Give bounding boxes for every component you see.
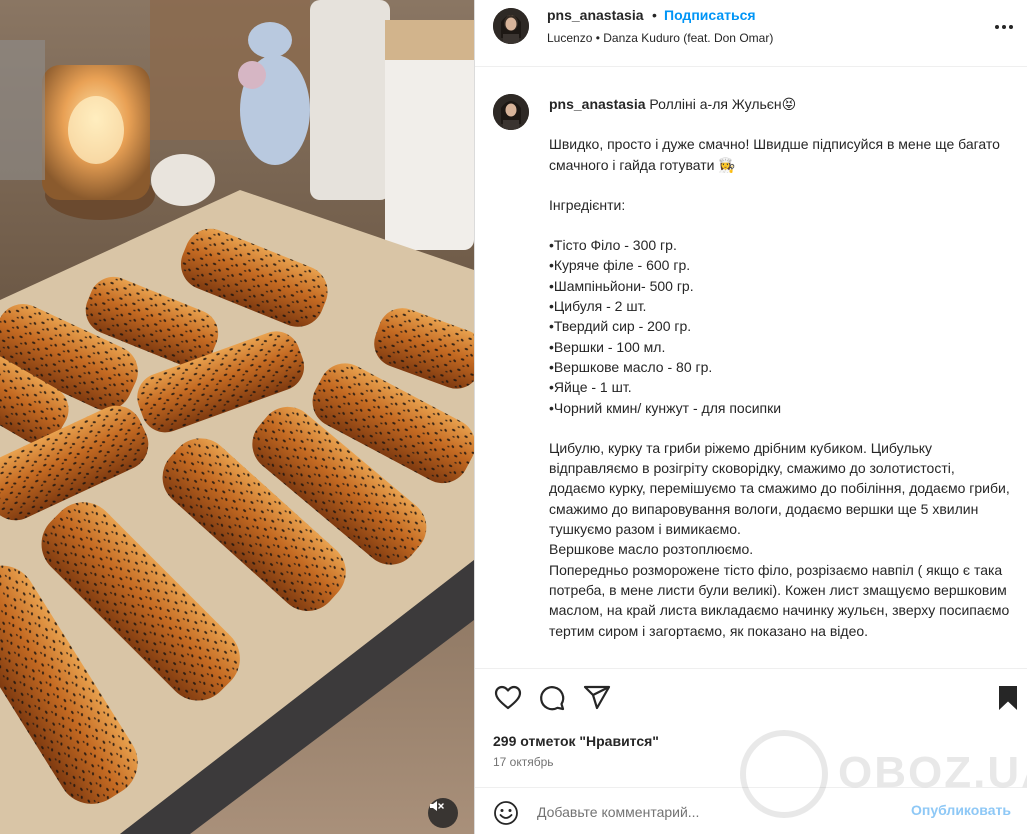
save-button[interactable]: [993, 683, 1023, 713]
comment-input[interactable]: [537, 796, 837, 828]
share-button[interactable]: [582, 683, 612, 713]
header-username[interactable]: pns_anastasia: [547, 7, 644, 23]
caption-avatar[interactable]: [493, 94, 529, 130]
caption-text: pns_anastasia Ролліні а-ля Жульєн😝 Швидк…: [549, 94, 1011, 641]
post-media[interactable]: [0, 0, 474, 834]
post-details-panel: pns_anastasia • Подписаться Lucenzo • Da…: [474, 0, 1027, 834]
heart-icon: [494, 685, 522, 710]
audio-track-link[interactable]: Lucenzo • Danza Kuduro (feat. Don Omar): [547, 31, 773, 45]
caption-ingredients-heading: Інгредієнти:: [549, 196, 626, 213]
post-header: pns_anastasia • Подписаться Lucenzo • Da…: [475, 0, 1027, 67]
caption-title: Ролліні а-ля Жульєн😝: [649, 96, 797, 112]
bookmark-icon: [999, 686, 1017, 710]
caption-instructions: Цибулю, курку та гриби ріжемо дрібним ку…: [549, 439, 1010, 639]
more-icon: [995, 25, 1013, 29]
comment-bar: Опубликовать: [475, 787, 1027, 834]
publish-comment-button[interactable]: Опубликовать: [911, 802, 1011, 818]
caption-intro: Швидко, просто і дуже смачно! Швидше під…: [549, 136, 1004, 173]
emoji-icon: [494, 801, 518, 825]
post-actions: 299 отметок "Нравится" 17 октябрь Опубли…: [475, 668, 1027, 834]
comment-icon: [540, 686, 565, 711]
avatar[interactable]: [493, 8, 529, 44]
caption-username[interactable]: pns_anastasia: [549, 96, 646, 112]
like-button[interactable]: [493, 683, 523, 713]
share-icon: [583, 685, 611, 710]
comment-button[interactable]: [537, 683, 567, 713]
post-caption: pns_anastasia Ролліні а-ля Жульєн😝 Швидк…: [475, 68, 1027, 668]
profile-photo: [493, 94, 529, 130]
profile-photo: [493, 8, 529, 44]
follow-button[interactable]: Подписаться: [664, 7, 756, 23]
emoji-button[interactable]: [493, 800, 519, 826]
food-video-frame: [0, 0, 474, 834]
likes-count[interactable]: 299 отметок "Нравится": [493, 733, 659, 749]
post-date: 17 октябрь: [493, 755, 554, 769]
mute-button[interactable]: [428, 798, 458, 828]
muted-speaker-icon: [430, 801, 444, 811]
more-options-button[interactable]: [991, 14, 1017, 40]
header-separator: •: [652, 7, 657, 23]
caption-ingredients-list: •Тісто Філо - 300 гр. •Куряче філе - 600…: [549, 237, 782, 416]
